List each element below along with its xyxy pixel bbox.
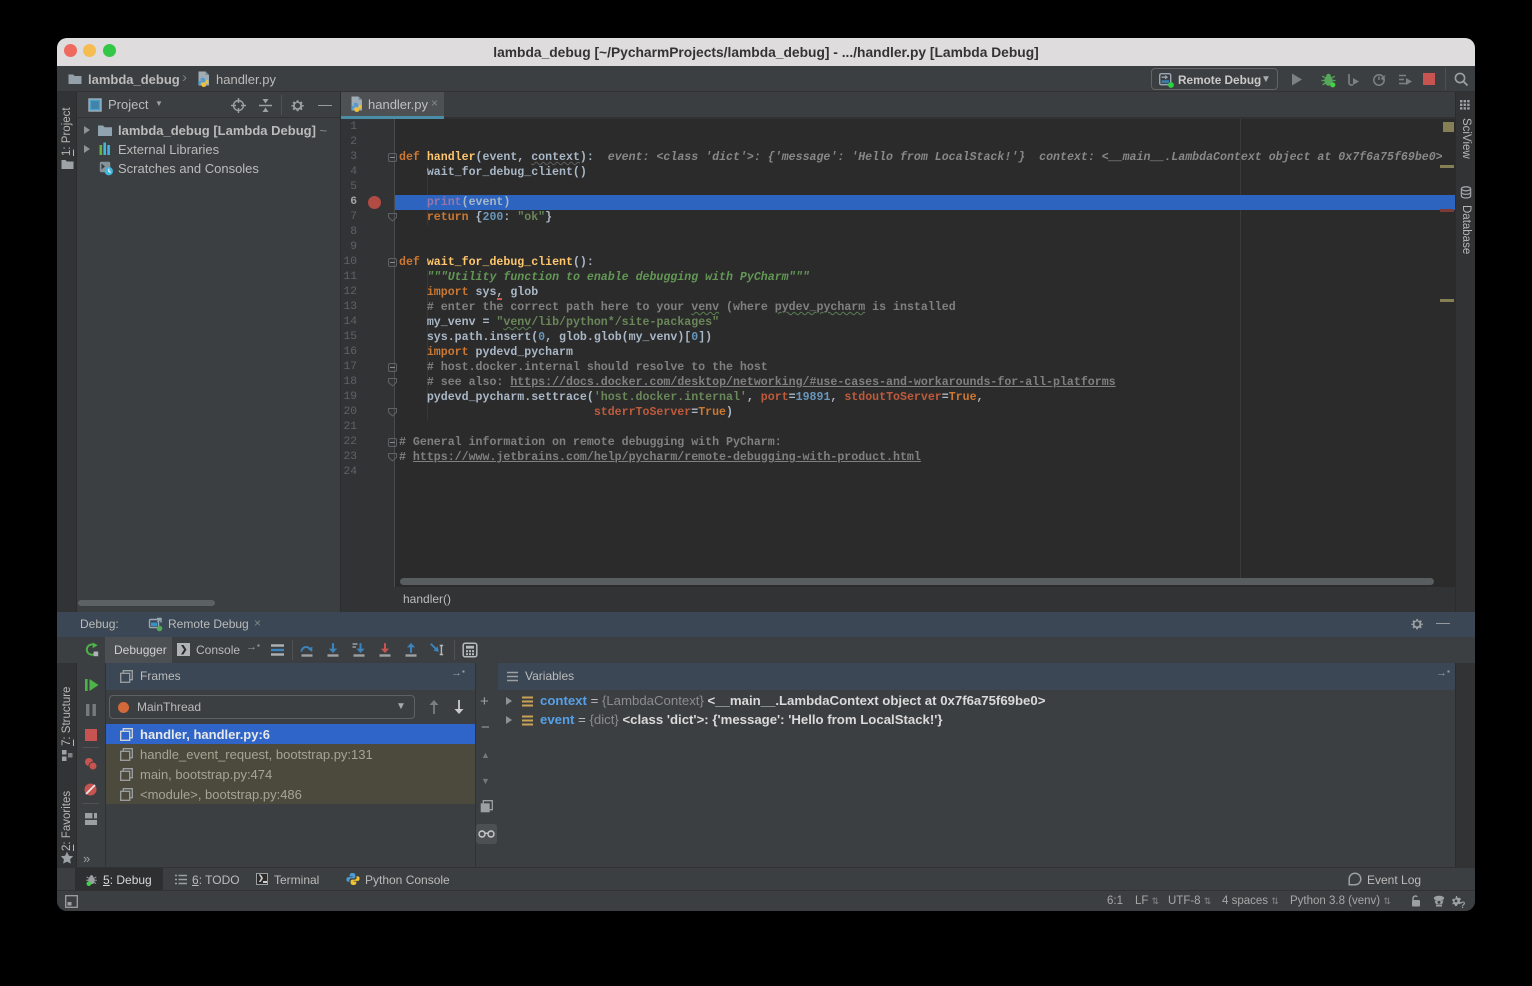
svg-text:?: ? — [1460, 900, 1466, 909]
